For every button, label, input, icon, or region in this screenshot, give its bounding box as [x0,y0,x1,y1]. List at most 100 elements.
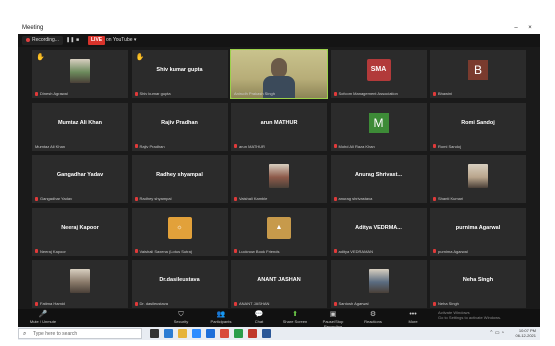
muted-mic-icon [433,91,436,96]
toolbar-icon: 💬 [254,311,264,318]
participant-name-text: Rajiv Pradhan [139,143,165,149]
muted-mic-icon [433,249,436,254]
participant-tile[interactable]: arun MATHUR arun MATHUR [231,102,327,151]
participant-display-name: Aditya VEDRMA... [355,224,402,231]
muted-mic-icon [234,249,237,254]
participant-name-label: Vaishali Kamble [234,196,267,201]
participant-name-label: purnima Agarwal [433,249,468,254]
participant-tile[interactable]: purnima Agarwal purnima Agarwal [430,207,526,256]
taskbar-search[interactable]: ⌕ Type here to search [18,328,142,339]
participant-display-name: Dr.dasileustava [159,277,200,283]
recording-label: Recording... [32,37,59,43]
toolbar-button[interactable]: 🎤 Mute / Unmute [28,310,58,324]
pause-recording-button[interactable]: ❚❚ [66,37,74,43]
participant-tile[interactable]: Neha Singh Neha Singh [430,260,526,308]
word-icon[interactable] [262,329,271,338]
participant-tile[interactable]: Mumtaz Ali Khan Mumtaz Ali Khan [32,102,128,151]
participant-name-label: Romi Sandoj [433,144,461,149]
participant-tile[interactable]: M Mohd Ali Raza Khan [330,102,427,151]
system-clock[interactable]: 10:07 PM 06-12-2021 [516,328,536,338]
muted-mic-icon [433,196,436,201]
participant-photo [70,269,90,293]
file-explorer-icon[interactable] [178,329,187,338]
edge-icon[interactable] [164,329,173,338]
excel-icon[interactable] [234,329,243,338]
zoom-app-icon[interactable] [192,329,201,338]
participant-name-text: Romi Sandoj [438,143,461,149]
participant-photo [368,269,389,293]
organization-logo: ▲ [267,216,291,239]
participant-tile[interactable]: ✋ Shiv kumar gupta Shiv kumar gupta [131,50,228,98]
participant-tile[interactable]: B Bhawini [430,50,526,98]
stop-recording-button[interactable]: ■ [76,37,79,43]
muted-mic-icon [333,301,337,306]
participant-name-text: Anirudh Prakash Singh [234,91,275,96]
participant-tile[interactable]: Santosh Agarwal [330,260,427,308]
organization-logo: SMA [366,59,391,81]
live-badge[interactable]: LIVE [88,36,106,45]
participant-tile[interactable]: ▲ Lucknow Book Friends [231,207,327,256]
participant-display-name: Mumtaz Ali Khan [57,119,103,126]
system-tray-icons[interactable]: ⌃ ▭ ◔ [489,330,504,336]
toolbar-button[interactable]: 👥 Participants [206,310,236,324]
participant-display-name: Romi Sandoj [461,119,495,126]
participant-tile[interactable]: ✋ Dinesh Agrawal [32,50,128,98]
powerpoint-icon[interactable] [248,329,257,338]
muted-mic-icon [35,249,38,254]
participant-tile[interactable]: ☼ Vaishali Saxena (Lotus Sutra) [131,207,228,256]
mail-icon[interactable] [206,329,215,338]
participant-name-label: Vaishali Saxena (Lotus Sutra) [134,248,193,254]
participant-tile[interactable]: Shanti Kumari [430,155,526,203]
watermark-line-2: Go to Settings to activate Windows. [438,315,502,320]
participant-tile[interactable]: ANANT JASHAN ANANT JASHAN [231,260,327,308]
participant-name-label: Dr. dasileustava [134,301,168,306]
participant-name-text: Radhey shyampal [139,196,172,201]
clock-date: 06-12-2021 [515,333,536,338]
chrome-icon[interactable] [220,329,229,338]
participant-name-label: Shiv kumar gupta [134,91,171,96]
participant-name-text: Shanti Kumari [438,196,464,201]
participant-display-name: arun MATHUR [260,119,298,126]
minimize-button[interactable]: – [510,22,522,34]
participant-tile[interactable]: Romi Sandoj Romi Sandoj [430,102,526,151]
organization-logo: ☼ [167,216,192,239]
activate-windows-watermark: Activate Windows Go to Settings to activ… [438,310,501,320]
participant-tile[interactable]: Aditya VEDRMA... aditya VEDRAMAN [330,207,427,256]
participant-display-name: Rajiv Pradhan [161,119,198,126]
participant-tile[interactable]: Radhey shyampal Radhey shyampal [131,155,228,203]
participant-name-text: Dinesh Agrawal [40,91,68,96]
participant-name-text: Vaishali Saxena (Lotus Sutra) [139,248,193,254]
participant-name-text: Vaishali Kamble [239,196,268,201]
participant-display-name: ANANT JASHAN [257,277,301,283]
participant-tile[interactable]: Vaishali Kamble [231,155,327,203]
participant-tile[interactable]: Anurag Shrivast... anurag shrivastava [330,155,427,203]
participant-name-text: Mohd Ali Raza Khan [338,143,375,149]
toolbar-button[interactable]: ⛉ Security [166,310,196,324]
participant-tile[interactable]: Dr.dasileustava Dr. dasileustava [131,260,228,308]
participant-tile[interactable]: Fatima Hamid [32,260,128,308]
toolbar-button[interactable]: ⬆ Share Screen [280,310,310,324]
close-button[interactable]: × [524,22,536,34]
live-platform-menu[interactable]: on YouTube ▾ [106,36,136,45]
toolbar-button[interactable]: ••• More [398,310,428,324]
participant-name-label: Mumtaz Ali Khan [35,144,65,149]
muted-mic-icon [134,196,138,201]
participant-name-label: Shanti Kumari [433,196,463,201]
participant-tile[interactable]: Gangadhar Yadav Gangadhar Yadav [32,155,128,203]
participant-tile[interactable]: Neeraj Kapoor Neeraj Kapoor [32,207,128,256]
participant-tile[interactable]: SMA Sofcom Management Association [330,50,427,98]
task-view-icon[interactable] [150,329,159,338]
participant-name-text: purnima Agarwal [438,248,468,254]
toolbar-button[interactable]: ⚙ Reactions [358,310,388,324]
participant-tile[interactable]: Rajiv Pradhan Rajiv Pradhan [131,102,228,151]
participant-tile[interactable]: Anirudh Prakash Singh [230,49,328,99]
participant-photo [468,164,488,188]
muted-mic-icon [333,196,337,201]
participant-name-text: Mumtaz Ali Khan [35,143,66,149]
toolbar-label: Mute / Unmute [29,319,57,324]
toolbar-button[interactable]: 💬 Chat [244,310,274,324]
toolbar-icon: ▣ [329,311,337,318]
participant-name-text: Dr. dasileustava [139,301,168,306]
participant-name-label: Gangadhar Yadav [35,196,72,201]
participant-name-label: Rajiv Pradhan [134,143,165,149]
